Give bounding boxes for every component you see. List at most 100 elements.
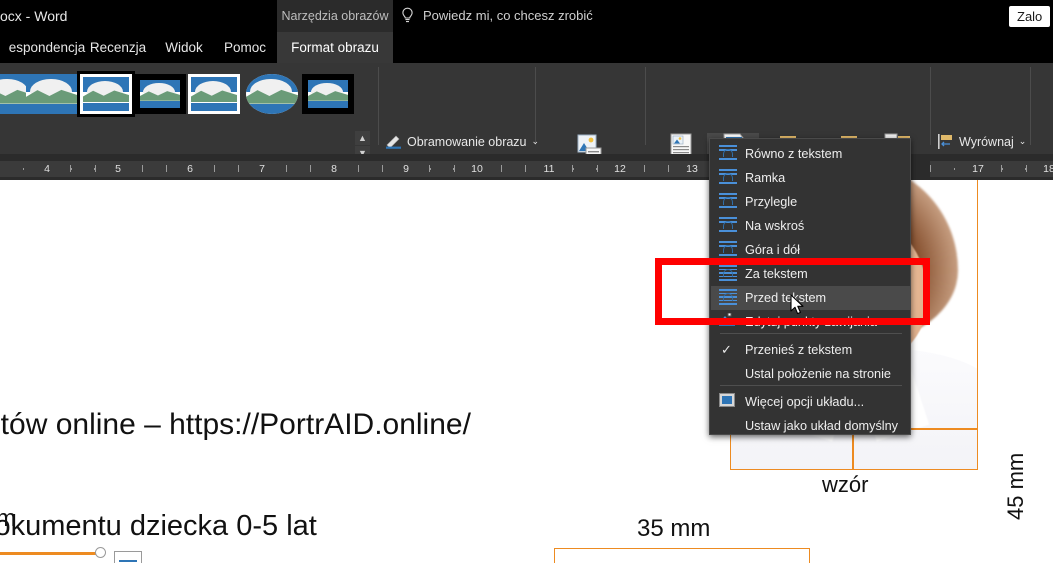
menu-item-ustal-położenie-na-stronie[interactable]: Ustal położenie na stronie bbox=[711, 362, 911, 386]
menu-item-przenieś-z-tekstem[interactable]: ✓ Przenieś z tekstem bbox=[711, 338, 911, 362]
ruler-number: 9 bbox=[403, 163, 409, 175]
picture-style-thumb-4[interactable] bbox=[134, 74, 186, 114]
layout-options-line bbox=[119, 559, 137, 562]
menu-item-ustaw-jako-układ-domyślny[interactable]: Ustaw jako układ domyślny bbox=[711, 414, 911, 438]
picture-style-thumb-5[interactable] bbox=[188, 74, 240, 114]
ruler-number: 18 bbox=[1043, 163, 1053, 175]
ruler-number: 5 bbox=[115, 163, 121, 175]
ruler-number: 17 bbox=[972, 163, 984, 175]
tab-pomoc[interactable]: Pomoc bbox=[215, 32, 275, 63]
ribbon-separator bbox=[1030, 67, 1031, 145]
chevron-down-icon: ⌄ bbox=[531, 136, 540, 146]
thumb-water bbox=[83, 102, 129, 111]
ruler-tick bbox=[572, 165, 573, 172]
ribbon-button-obramowanie-obrazu[interactable]: Obramowanie obrazu ⌄ bbox=[386, 134, 539, 149]
lightbulb-icon bbox=[400, 7, 415, 24]
align-icon bbox=[938, 134, 953, 149]
ruler-tick bbox=[525, 168, 526, 170]
layout-options-icon bbox=[719, 393, 737, 411]
menu-item-więcej-opcji-układu[interactable]: Więcej opcji układu... bbox=[711, 390, 911, 414]
ruler-tick bbox=[166, 168, 167, 170]
ruler-tick bbox=[501, 165, 502, 172]
resize-handle[interactable] bbox=[95, 547, 106, 558]
ruler-track-left bbox=[0, 161, 718, 177]
width-dimension-label: 35 mm bbox=[637, 515, 711, 542]
ruler-tick bbox=[596, 168, 597, 170]
ruler-tick bbox=[429, 165, 430, 172]
ruler-tick bbox=[597, 165, 598, 172]
gallery-scroll-up-button[interactable]: ▲ bbox=[355, 131, 370, 145]
tab-widok[interactable]: Widok bbox=[155, 32, 213, 63]
tab-format-obrazu[interactable]: Format obrazu bbox=[277, 32, 393, 63]
menu-item-label: Ustaw jako układ domyślny bbox=[745, 419, 899, 433]
ruler-tick bbox=[668, 168, 669, 170]
ruler-tick bbox=[238, 168, 239, 170]
ruler-tick bbox=[95, 165, 96, 172]
ruler-tick bbox=[70, 165, 71, 172]
tab-espondencja[interactable]: espondencja bbox=[0, 32, 94, 63]
picture-style-thumb-7[interactable] bbox=[302, 74, 354, 114]
ruler-number: 8 bbox=[331, 163, 337, 175]
ruler-tick bbox=[71, 168, 72, 170]
second-figure-frame bbox=[554, 548, 810, 563]
ribbon-button-label: Obramowanie obrazu bbox=[407, 134, 527, 149]
menu-item-przylegle[interactable]: Przylegle bbox=[711, 190, 911, 214]
ruler-tick bbox=[94, 168, 95, 170]
ribbon-button-label: Wyrównaj bbox=[959, 134, 1014, 149]
picture-style-thumb-2[interactable] bbox=[26, 74, 78, 114]
ruler-tick bbox=[453, 168, 454, 170]
menu-item-label: Więcej opcji układu... bbox=[745, 395, 865, 409]
ruler-number: 6 bbox=[187, 163, 193, 175]
menu-item-label: Przylegle bbox=[745, 195, 798, 209]
document-text-line[interactable]: lokumentu dziecka 0-5 lat bbox=[0, 510, 317, 543]
ruler-tick bbox=[644, 165, 645, 172]
picture-style-thumb-3[interactable] bbox=[77, 71, 135, 117]
check-icon: ✓ bbox=[721, 342, 732, 357]
ruler-track-right bbox=[930, 161, 1053, 177]
ruler-tick bbox=[1001, 165, 1002, 172]
menu-item-label: Ramka bbox=[745, 171, 786, 185]
thumb-water bbox=[308, 101, 348, 108]
ruler-tick bbox=[1002, 168, 1003, 170]
ruler-number: 10 bbox=[471, 163, 483, 175]
document-text-line[interactable]: ntów online – https://PortrAID.online/ bbox=[0, 408, 471, 442]
thumb-water bbox=[26, 104, 78, 114]
menu-item-na-wskroś[interactable]: Na wskroś bbox=[711, 214, 911, 238]
ruler-tick bbox=[954, 168, 955, 170]
tell-me-search[interactable]: Powiedz mi, co chcesz zrobić bbox=[400, 0, 593, 31]
ruler-tick bbox=[310, 168, 311, 170]
height-dimension-label: 45 mm bbox=[1003, 452, 1028, 520]
ruler-tick bbox=[142, 165, 143, 172]
ruler-tick bbox=[286, 165, 287, 172]
wrap-topbottom-icon bbox=[719, 241, 737, 259]
object-edge-line bbox=[0, 552, 100, 555]
picture-border-icon bbox=[386, 134, 401, 149]
ruler-number: 7 bbox=[259, 163, 265, 175]
ruler-tick bbox=[430, 168, 431, 170]
ribbon-button-wyr-wnaj[interactable]: Wyrównaj ⌄ bbox=[938, 134, 1026, 149]
ruler-tick bbox=[23, 168, 24, 170]
menu-item-label: Równo z tekstem bbox=[745, 147, 843, 161]
ribbon-separator bbox=[378, 67, 379, 145]
chevron-down-icon: ⌄ bbox=[1018, 136, 1027, 146]
ruler-tick bbox=[930, 165, 931, 172]
layout-options-button[interactable] bbox=[114, 551, 142, 563]
ruler-tick bbox=[573, 168, 574, 170]
ruler-tick bbox=[1026, 165, 1027, 172]
document-title: ocx - Word bbox=[0, 8, 68, 24]
wrap-inline-icon bbox=[719, 145, 737, 163]
wrap-through-icon bbox=[719, 217, 737, 235]
ruler-number: 4 bbox=[44, 163, 50, 175]
menu-item-label: Przenieś z tekstem bbox=[745, 343, 853, 357]
sample-caption: wzór bbox=[822, 472, 869, 497]
tab-recenzja[interactable]: Recenzja bbox=[82, 32, 154, 63]
mouse-cursor bbox=[790, 294, 806, 321]
menu-item-ramka[interactable]: Ramka bbox=[711, 166, 911, 190]
menu-item-równo-z-tekstem[interactable]: Równo z tekstem bbox=[711, 142, 911, 166]
picture-style-thumb-6[interactable] bbox=[246, 74, 298, 114]
ruler-number: 13 bbox=[686, 163, 698, 175]
menu-item-label: Na wskroś bbox=[745, 219, 805, 233]
sign-in-button[interactable]: Zalo bbox=[1009, 6, 1051, 27]
tell-me-label: Powiedz mi, co chcesz zrobić bbox=[423, 8, 593, 23]
ruler-tick bbox=[214, 165, 215, 172]
